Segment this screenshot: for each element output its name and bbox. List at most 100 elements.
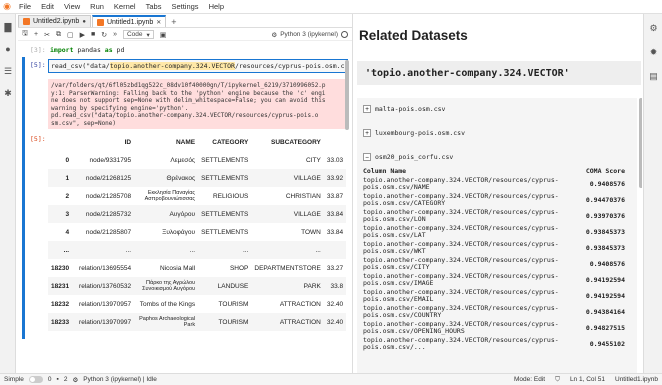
menu-file[interactable]: File — [14, 2, 36, 11]
warning-output: /var/folders/qt/6fl05zbd1qg522c_08dv10f4… — [48, 79, 348, 129]
output-prompt: [5]: — [30, 135, 46, 143]
coma-score: 0.94384164 — [585, 307, 625, 316]
notebook-scrollbar[interactable] — [345, 60, 349, 130]
menu-help[interactable]: Help — [204, 2, 229, 11]
new-tab-button[interactable]: + — [167, 17, 180, 27]
restart-run-all-icon[interactable]: » — [113, 31, 117, 38]
kernel-status-icon — [341, 31, 348, 38]
warning-line: ne does not support sep=None with delim_… — [51, 97, 326, 104]
cut-icon[interactable]: ✂ — [44, 31, 50, 39]
unsaved-dot-icon[interactable]: ● — [82, 19, 86, 25]
simple-mode-toggle[interactable] — [28, 376, 43, 383]
menu-tabs[interactable]: Tabs — [141, 2, 167, 11]
coma-score: 0.94470376 — [585, 195, 625, 204]
left-sidebar: ▇ ● ☰ ✱ — [0, 14, 16, 373]
run-icon[interactable]: ▶ — [80, 31, 85, 39]
right-sidebar: ⚙ ✹ ▤ — [643, 14, 662, 373]
column-path: pois.osm.csv/NAME — [363, 183, 430, 191]
kernel-name: Python 3 (ipykernel) — [280, 31, 338, 38]
table-cell: ... — [72, 241, 135, 259]
tab-label: Untitled2.ipynb — [33, 18, 80, 25]
table-cell: 33.84 — [326, 228, 344, 236]
column-path: pois.osm.csv/COUNTRY — [363, 311, 442, 319]
shield-icon[interactable]: ⛉ — [555, 376, 560, 384]
table-cell: node/21285732 — [72, 205, 135, 223]
row-index: 18230 — [51, 264, 70, 272]
table-row: 18233 relation/13970997 Paphos Archaeologi… — [48, 313, 347, 331]
row-index: 2 — [65, 192, 70, 200]
toc-icon[interactable]: ☰ — [0, 62, 16, 80]
extension-icon[interactable]: ✱ — [0, 84, 16, 102]
column-path: pois.osm.csv/WKT — [363, 247, 426, 255]
close-icon[interactable]: ✕ — [156, 19, 161, 26]
table-cell: VILLAGE — [251, 205, 324, 223]
menu-view[interactable]: View — [59, 2, 85, 11]
table-cell: relation/13695554 — [79, 264, 132, 272]
code-text: read_csv("data/ — [51, 62, 110, 70]
cell-editor[interactable]: read_csv("data/topio.another-company.324… — [48, 59, 348, 73]
kernel-indicator[interactable]: ⚙ Python 3 (ipykernel) — [271, 31, 348, 39]
restart-icon[interactable]: ↻ — [101, 31, 107, 39]
table-row: 18232 relation/13970957 Tombs of the Kings… — [48, 295, 346, 313]
menu-kernel[interactable]: Kernel — [109, 2, 141, 11]
column-header: CATEGORY — [212, 138, 249, 146]
property-inspector-icon[interactable]: ⚙ — [644, 18, 662, 38]
expand-icon[interactable]: + — [363, 129, 371, 137]
cell-code[interactable]: import pandas as pd — [50, 46, 124, 54]
dataset-item-expanded[interactable]: − osm20_pois_corfu.csv — [363, 150, 631, 164]
folder-icon[interactable]: ▇ — [0, 18, 16, 36]
terminal-icon: ▪ — [56, 376, 59, 383]
table-header-row: Column Name COMA Score — [363, 166, 625, 176]
menu-edit[interactable]: Edit — [36, 2, 59, 11]
code-cell-5[interactable]: [5]: read_csv("data/topio.another-compan… — [22, 57, 348, 339]
save-icon[interactable]: 🖫 — [22, 29, 28, 40]
kernel-icon: ⚙ — [72, 376, 79, 384]
cursor-position[interactable]: Ln 1, Col 51 — [570, 376, 605, 383]
menu-bar: ◉ File Edit View Run Kernel Tabs Setting… — [0, 0, 662, 14]
table-row: 18230 relation/13695554 Nicosia Mall SHOP DE… — [48, 259, 346, 277]
table-row: topio.another-company.324.VECTOR/resourc… — [363, 336, 625, 352]
table-cell: ... — [134, 241, 199, 259]
stop-icon[interactable]: ■ — [91, 31, 95, 38]
cell-type-value: Code — [126, 31, 143, 38]
copy-icon[interactable]: ⧉ — [56, 31, 61, 39]
row-index: 4 — [65, 228, 70, 236]
table-cell: node/21285807 — [85, 228, 132, 236]
table-row: topio.another-company.324.VECTOR/resourc… — [363, 240, 625, 256]
tab-untitled2[interactable]: Untitled2.ipynb ● — [18, 15, 91, 27]
code-cell-3[interactable]: [3]: import pandas as pd — [22, 43, 348, 57]
column-path: pois.osm.csv/... — [363, 343, 426, 351]
table-cell: node/9331795 — [89, 156, 132, 164]
warning-line: warning by specifying engine='python'. — [51, 104, 189, 112]
panel-scrollbar[interactable] — [639, 98, 642, 188]
similarity-table: Column Name COMA Score topio.another-com… — [363, 166, 625, 352]
table-cell: 32.40 — [326, 300, 344, 308]
menu-settings[interactable]: Settings — [166, 2, 203, 11]
running-icon[interactable]: ● — [0, 40, 16, 58]
coma-score: 0.94192594 — [585, 291, 625, 300]
column-header: NAME — [175, 138, 196, 146]
tab-label: Untitled1.ipynb — [106, 18, 154, 26]
jupyter-logo-icon: ◉ — [3, 1, 11, 11]
add-cell-icon[interactable]: + — [34, 31, 38, 38]
table-cell: Λεμεσός — [170, 156, 196, 164]
dataset-item[interactable]: + luxembourg-pois.osm.csv — [363, 126, 631, 140]
related-datasets-icon[interactable]: ▤ — [644, 66, 662, 86]
clipboard-icon[interactable]: ▣ — [160, 31, 167, 39]
table-cell: node/21268125 — [72, 169, 135, 187]
expand-icon[interactable]: + — [363, 105, 371, 113]
paste-icon[interactable]: ▢ — [67, 31, 74, 39]
cell-type-select[interactable]: Code ▾ — [122, 30, 154, 39]
table-cell: DEPARTMENTSTORE — [254, 264, 321, 272]
table-cell: ... — [251, 241, 324, 259]
menu-run[interactable]: Run — [85, 2, 109, 11]
row-index: 18231 — [48, 277, 73, 295]
kernel-status[interactable]: Python 3 (ipykernel) | Idle — [83, 376, 157, 383]
tab-untitled1[interactable]: Untitled1.ipynb ✕ — [91, 15, 167, 27]
collapse-icon[interactable]: − — [363, 153, 371, 161]
table-cell: Αυγόρου — [134, 205, 199, 223]
dataset-item[interactable]: + malta-pois.osm.csv — [363, 102, 631, 116]
debugger-icon[interactable]: ✹ — [644, 42, 662, 62]
dataset-list: + malta-pois.osm.csv + luxembourg-pois.o… — [357, 98, 637, 373]
table-row: 1 node/21268125 Θρένακος SETTLEMENTS VILLAGE… — [48, 169, 347, 187]
